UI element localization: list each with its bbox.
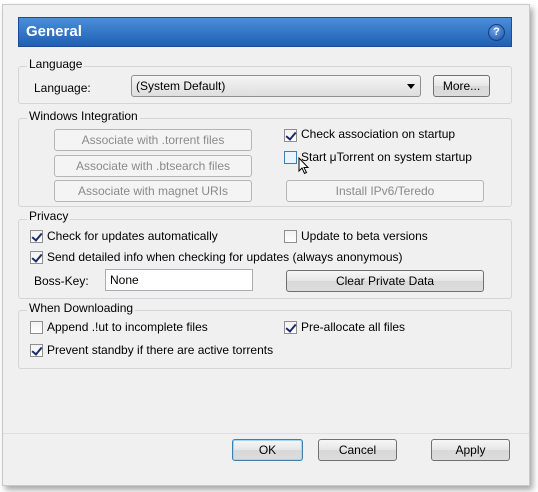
section-header: General ? [18,17,512,47]
windows-integration-title: Windows Integration [27,109,140,123]
prevent-standby-checkbox[interactable] [30,344,43,357]
send-info-label: Send detailed info when checking for upd… [47,250,403,264]
boss-key-label: Boss-Key: [34,274,89,288]
check-association-label: Check association on startup [301,127,456,141]
apply-button[interactable]: Apply [431,439,510,461]
mouse-cursor-icon [298,157,310,175]
append-ut-checkbox[interactable] [30,321,43,334]
start-on-startup-label: Start μTorrent on system startup [301,150,472,164]
associate-torrent-button[interactable]: Associate with .torrent files [54,129,252,151]
privacy-title: Privacy [27,209,71,223]
associate-btsearch-button[interactable]: Associate with .btsearch files [54,155,252,177]
preferences-window: General ? Language Language: (System Def… [2,4,530,486]
preallocate-checkbox[interactable] [284,321,297,334]
language-dropdown[interactable]: (System Default) [131,75,421,97]
downloading-group [18,310,512,369]
language-group-title: Language [27,57,85,71]
ok-button[interactable]: OK [232,439,303,461]
check-updates-label: Check for updates automatically [47,229,218,243]
help-icon[interactable]: ? [488,24,505,41]
boss-key-input[interactable]: None [105,269,253,291]
more-languages-button[interactable]: More... [433,75,490,97]
beta-versions-label: Update to beta versions [301,229,428,243]
cancel-button[interactable]: Cancel [318,439,397,461]
downloading-title: When Downloading [27,301,136,315]
start-on-startup-checkbox[interactable] [284,151,297,164]
section-title: General [26,23,82,40]
append-ut-label: Append .!ut to incomplete files [47,320,208,334]
chevron-down-icon [407,84,415,89]
check-association-checkbox[interactable] [284,129,297,142]
check-updates-checkbox[interactable] [30,230,43,243]
prevent-standby-label: Prevent standby if there are active torr… [47,343,274,357]
install-ipv6-button[interactable]: Install IPv6/Teredo [286,180,484,202]
send-info-checkbox[interactable] [30,251,43,264]
associate-magnet-button[interactable]: Associate with magnet URIs [54,180,252,202]
language-selected-value: (System Default) [136,79,226,93]
language-label: Language: [34,81,91,95]
footer-divider [3,433,529,434]
clear-private-data-button[interactable]: Clear Private Data [286,270,484,292]
beta-versions-checkbox[interactable] [284,230,297,243]
preallocate-label: Pre-allocate all files [301,320,406,334]
